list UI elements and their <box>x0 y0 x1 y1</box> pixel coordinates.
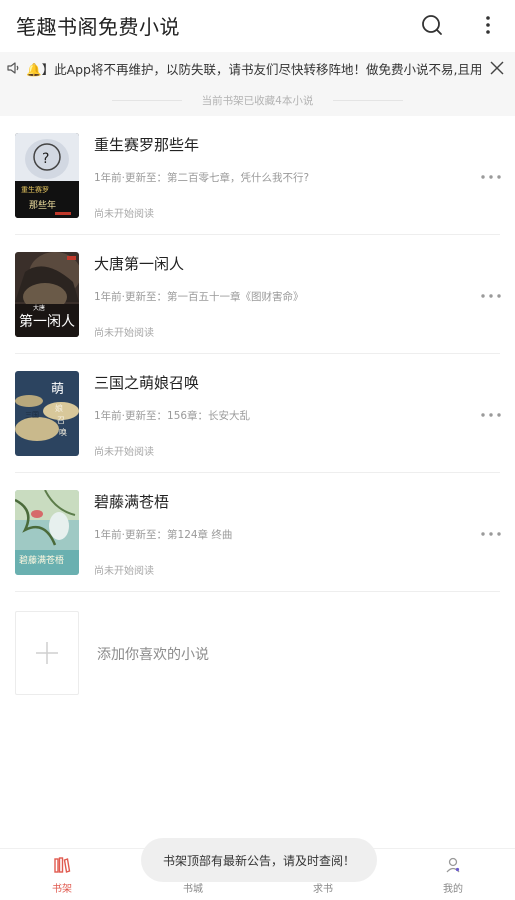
book-more-button[interactable] <box>478 168 504 186</box>
more-menu-button[interactable] <box>475 12 501 38</box>
tab-label: 书城 <box>183 884 203 895</box>
tab-label: 求书 <box>313 884 333 895</box>
add-book-label[interactable]: 添加你喜欢的小说 <box>97 644 209 664</box>
toast-message: 书架顶部有最新公告，请及时查阅！ <box>141 838 377 882</box>
page-title: 笔趣书阁免费小说 <box>16 14 180 39</box>
profile-icon <box>446 857 460 873</box>
more-dots-icon <box>481 532 501 536</box>
divider <box>333 99 404 101</box>
tab-label: 书架 <box>52 884 72 895</box>
book-item[interactable]: 萌 娘 召 唤 三国 三国之萌娘召唤 1年前·更新至：156章：长安大乱 尚未开… <box>0 354 515 473</box>
notice-close-button[interactable] <box>487 58 507 78</box>
book-cover: 大唐 第一闲人 <box>15 252 79 337</box>
svg-text:召: 召 <box>57 416 65 425</box>
more-dots-icon <box>481 294 501 298</box>
book-read-status: 尚未开始阅读 <box>94 209 154 220</box>
vertical-dots-icon <box>486 16 490 34</box>
divider <box>15 591 500 592</box>
shelf-summary: 当前书架已收藏4本小说 <box>201 94 314 107</box>
book-read-status: 尚未开始阅读 <box>94 447 154 458</box>
book-cover: 萌 娘 召 唤 三国 <box>15 371 79 456</box>
header-actions <box>419 12 501 38</box>
book-title: 大唐第一闲人 <box>94 255 185 273</box>
notice-text: 🔔】此App将不再维护，以防失联，请书友们尽快转移阵地！做免费小说不易,且用且珍… <box>26 61 481 77</box>
speaker-icon <box>7 62 19 74</box>
svg-text:碧藤满苍梧: 碧藤满苍梧 <box>19 554 64 566</box>
book-more-button[interactable] <box>478 525 504 543</box>
book-title: 碧藤满苍梧 <box>94 493 170 511</box>
tab-label: 我的 <box>443 884 463 895</box>
book-title: 三国之萌娘召唤 <box>94 374 200 392</box>
bookshelf-icon <box>54 857 71 873</box>
book-update-info: 1年前·更新至：156章：长安大乱 <box>94 410 251 422</box>
tab-profile[interactable]: 我的 <box>423 855 483 895</box>
book-title: 重生赛罗那些年 <box>94 136 200 154</box>
tab-bookshelf[interactable]: 书架 <box>32 855 92 895</box>
add-book-tile[interactable] <box>15 611 79 695</box>
book-read-status: 尚未开始阅读 <box>94 328 154 339</box>
more-dots-icon <box>481 175 501 179</box>
book-item[interactable]: 碧藤满苍梧 碧藤满苍梧 1年前·更新至：第124章 终曲 尚未开始阅读 <box>0 473 515 592</box>
close-icon <box>490 61 504 75</box>
book-item[interactable]: ? 重生赛罗 那些年 重生赛罗那些年 1年前·更新至：第二百零七章，凭什么我不行… <box>0 116 515 235</box>
book-more-button[interactable] <box>478 287 504 305</box>
svg-text:三国: 三国 <box>25 411 39 419</box>
svg-text:第一闲人: 第一闲人 <box>19 313 75 330</box>
book-update-info: 1年前·更新至：第一百五十一章《图财害命》 <box>94 291 304 303</box>
svg-text:大唐: 大唐 <box>33 304 45 312</box>
svg-text:?: ? <box>42 151 49 167</box>
more-dots-icon <box>481 413 501 417</box>
search-icon <box>422 15 442 35</box>
app-root: 笔趣书阁免费小说 🔔】此App将不再维护，以防失联，请书友们尽快转移阵地！做免费… <box>0 0 515 900</box>
svg-text:娘: 娘 <box>55 403 63 413</box>
book-read-status: 尚未开始阅读 <box>94 566 154 577</box>
book-cover: ? 重生赛罗 那些年 <box>15 133 79 218</box>
book-cover: 碧藤满苍梧 <box>15 490 79 575</box>
search-button[interactable] <box>419 12 445 38</box>
svg-text:重生赛罗: 重生赛罗 <box>21 185 49 194</box>
svg-text:那些年: 那些年 <box>29 199 56 211</box>
notice-bar[interactable]: 🔔】此App将不再维护，以防失联，请书友们尽快转移阵地！做免费小说不易,且用且珍… <box>0 52 515 84</box>
svg-text:唤: 唤 <box>59 427 67 437</box>
divider <box>111 99 182 101</box>
svg-text:萌: 萌 <box>51 382 64 397</box>
book-update-info: 1年前·更新至：第二百零七章，凭什么我不行? <box>94 172 310 184</box>
book-update-info: 1年前·更新至：第124章 终曲 <box>94 529 233 541</box>
shelf-summary-bar: 当前书架已收藏4本小说 <box>0 84 515 116</box>
plus-icon <box>36 642 58 664</box>
book-more-button[interactable] <box>478 406 504 424</box>
app-header: 笔趣书阁免费小说 <box>0 0 515 50</box>
book-item[interactable]: 大唐 第一闲人 大唐第一闲人 1年前·更新至：第一百五十一章《图财害命》 尚未开… <box>0 235 515 354</box>
